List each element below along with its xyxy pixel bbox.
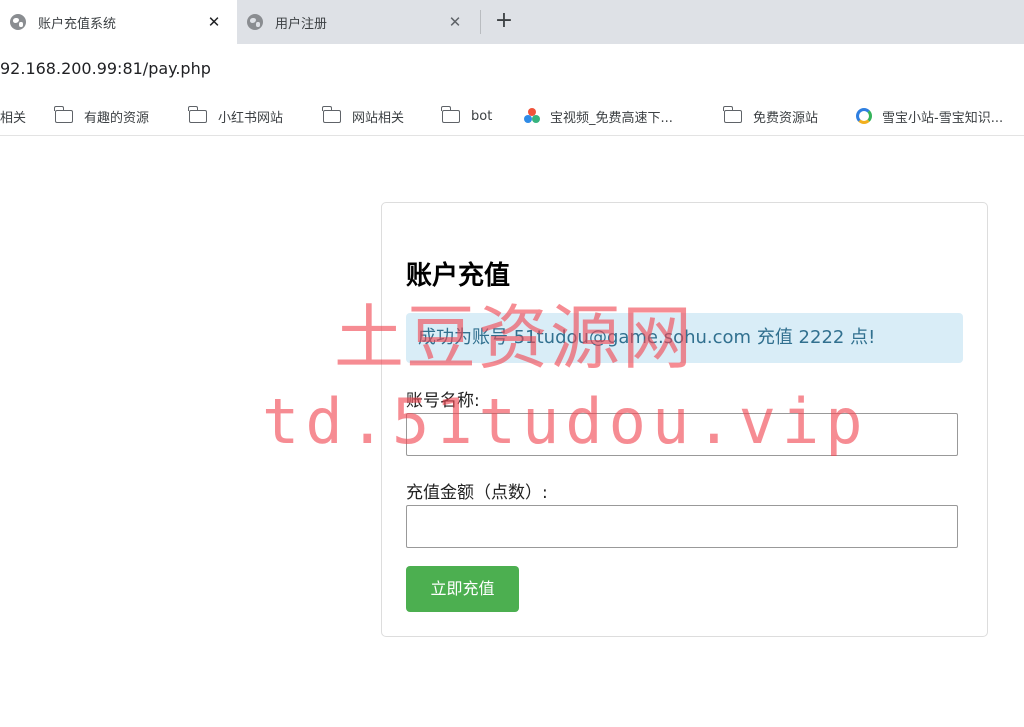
folder-icon	[723, 105, 742, 123]
video-icon	[524, 108, 540, 124]
bookmark-folder[interactable]: 小红书网站	[188, 96, 284, 136]
site-icon	[856, 108, 872, 124]
globe-icon	[10, 14, 26, 30]
bookmark-folder[interactable]: 免费资源站	[723, 96, 819, 136]
folder-icon	[188, 105, 207, 123]
bookmark-label: bot	[471, 108, 493, 124]
bookmark-label: 宝视频_免费高速下...	[550, 110, 673, 126]
recharge-card: 账户充值 成功为账号 51tudou@game.sohu.com 充值 2222…	[381, 202, 988, 637]
folder-icon	[54, 105, 73, 123]
account-input[interactable]	[406, 413, 958, 456]
amount-input[interactable]	[406, 505, 958, 548]
folder-icon	[441, 105, 460, 123]
bookmark-folder[interactable]: 网站相关	[322, 96, 405, 136]
tab-strip: 账户充值系统 ✕ 用户注册 ✕ +	[0, 0, 1024, 44]
new-tab-button[interactable]: +	[490, 7, 518, 35]
amount-label: 充值金额（点数）:	[406, 483, 548, 503]
tab-divider	[480, 10, 481, 34]
bookmark-label: 小红书网站	[218, 110, 284, 126]
bookmark-folder[interactable]: 有趣的资源	[54, 96, 150, 136]
bookmark-label: 相关	[0, 110, 27, 126]
close-tab-button[interactable]: ✕	[199, 13, 229, 31]
bookmark-label: 网站相关	[352, 110, 405, 126]
success-alert: 成功为账号 51tudou@game.sohu.com 充值 2222 点!	[406, 313, 963, 363]
page-title: 账户充值	[406, 261, 511, 291]
tab-title: 用户注册	[275, 16, 328, 32]
bookmark-item[interactable]: 宝视频_免费高速下...	[524, 96, 673, 136]
tab-user-register[interactable]: 用户注册 ✕	[237, 0, 480, 44]
tab-title: 账户充值系统	[38, 16, 117, 32]
account-label: 账号名称:	[406, 391, 480, 411]
bookmarks-bar: 相关 有趣的资源 小红书网站 网站相关 bot 宝视频_免费高速下... 免费资…	[0, 96, 1024, 136]
tab-recharge-system[interactable]: 账户充值系统 ✕	[0, 0, 237, 44]
recharge-button[interactable]: 立即充值	[406, 566, 519, 612]
bookmark-label: 有趣的资源	[84, 110, 150, 126]
bookmark-folder[interactable]: bot	[441, 96, 493, 136]
url-field[interactable]: 92.168.200.99:81/pay.php	[0, 59, 211, 78]
folder-icon	[322, 105, 341, 123]
globe-icon	[247, 14, 263, 30]
bookmark-label: 免费资源站	[753, 110, 819, 126]
bookmark-item[interactable]: 雪宝小站-雪宝知识...	[856, 96, 1003, 136]
address-bar: 92.168.200.99:81/pay.php	[0, 44, 1024, 96]
bookmark-label: 雪宝小站-雪宝知识...	[882, 110, 1004, 126]
bookmark-item[interactable]: 相关	[0, 96, 26, 136]
close-tab-button[interactable]: ✕	[440, 13, 470, 31]
